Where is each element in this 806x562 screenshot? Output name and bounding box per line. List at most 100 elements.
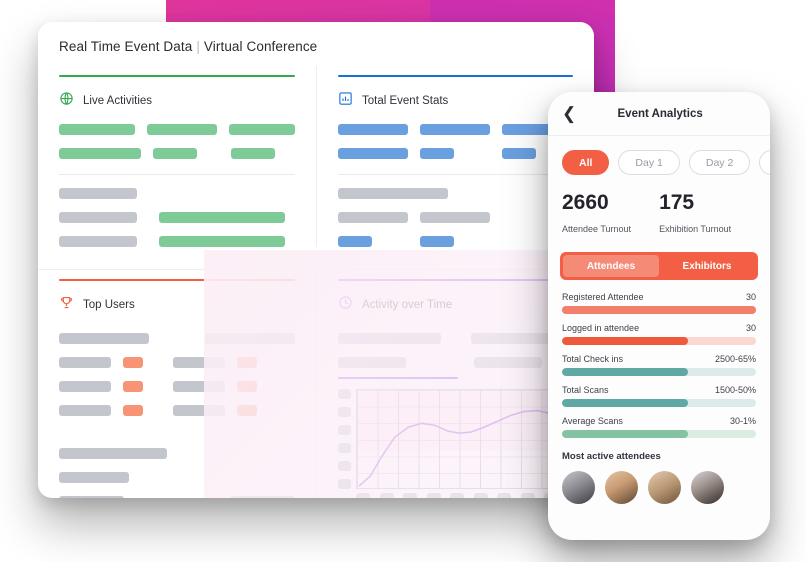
segment-attendees[interactable]: Attendees (563, 255, 659, 277)
placeholder-bar (420, 212, 490, 223)
activity-chart (338, 389, 594, 498)
placeholder-bar (59, 188, 137, 199)
day-filter-chip-day3[interactable]: Day 3 (759, 150, 770, 175)
panel-accent-bar (59, 75, 295, 77)
axis-tick-placeholder (338, 461, 351, 471)
axis-tick-placeholder (338, 425, 351, 435)
axis-tick-placeholder (338, 479, 351, 489)
stat-value: 1500-50% (714, 385, 756, 395)
axis-tick-placeholder (356, 493, 370, 498)
dashboard-card: Real Time Event Data | Virtual Conference … (38, 22, 594, 498)
placeholder-bar (237, 381, 257, 392)
panel-row-top: Live Activities Total Event Stats (38, 66, 594, 247)
trophy-icon (59, 295, 74, 315)
placeholder-bar (420, 148, 454, 159)
placeholder-bar (173, 381, 225, 392)
page-title-main: Real Time Event Data (59, 39, 193, 54)
mobile-app-panel: ❮ Event Analytics All Day 1 Day 2 Day 3 … (548, 92, 770, 540)
attendee-avatar-2[interactable] (605, 471, 638, 504)
panel-header: Live Activities (59, 91, 295, 111)
stat-progress-track (562, 306, 756, 314)
placeholder-bar (59, 124, 135, 135)
segment-exhibitors[interactable]: Exhibitors (659, 255, 755, 277)
kpi-value: 2660 (562, 191, 609, 214)
placeholder-bar (338, 212, 408, 223)
placeholder-bar (237, 405, 257, 416)
stat-row-registered-attendee: Registered Attendee 30 (562, 292, 756, 314)
kpi-label: Exhibition Turnout (659, 224, 732, 234)
day-filter-chip-day1[interactable]: Day 1 (618, 150, 680, 175)
globe-icon (59, 91, 74, 111)
kpi-label: Attendee Turnout (562, 224, 632, 234)
placeholder-bar (474, 357, 542, 368)
panel-header: Top Users (59, 295, 295, 315)
panel-title: Total Event Stats (362, 95, 449, 107)
placeholder-bar (146, 124, 217, 135)
mobile-page-title: Event Analytics (617, 107, 703, 120)
placeholder-row (59, 236, 295, 247)
placeholder-bar (237, 357, 257, 368)
placeholder-bar (59, 212, 137, 223)
day-filter-chip-day2[interactable]: Day 2 (688, 150, 751, 175)
stat-label: Average Scans (562, 416, 623, 426)
placeholder-bar (502, 148, 536, 159)
placeholder-bar (173, 405, 225, 416)
panel-divider (338, 174, 573, 175)
day-filter-chip-all[interactable]: All (562, 150, 610, 175)
stat-progress-fill (562, 430, 689, 438)
stat-progress-fill (562, 368, 689, 376)
placeholder-row (338, 212, 573, 223)
audience-segment-toggle: Attendees Exhibitors (560, 252, 758, 280)
placeholder-bar (338, 188, 448, 199)
kpi-attendee-turnout: 2660 Attendee Turnout (562, 191, 631, 234)
bar-chart-icon (338, 91, 353, 111)
screenshot-root: Real Time Event Data | Virtual Conference … (0, 0, 806, 562)
axis-tick-placeholder (338, 443, 351, 453)
panel-accent-bar (338, 279, 573, 281)
axis-tick-placeholder (473, 493, 488, 498)
axis-tick-placeholder (426, 493, 441, 498)
placeholder-bar (338, 333, 441, 344)
attendee-avatar-1[interactable] (562, 471, 595, 504)
stat-label: Total Check ins (562, 354, 624, 364)
placeholder-row (338, 236, 573, 247)
stat-row-total-check-ins: Total Check ins 2500-65% (562, 354, 756, 376)
panel-title: Top Users (83, 299, 135, 311)
kpi-exhibition-turnout: 175 Exhibition Turnout (659, 191, 731, 234)
stat-row-total-scans: Total Scans 1500-50% (562, 385, 756, 407)
stat-header: Registered Attendee 30 (562, 292, 756, 302)
placeholder-bar (230, 496, 295, 498)
placeholder-bar (123, 405, 143, 416)
clock-icon (338, 295, 353, 315)
placeholder-bar (228, 124, 295, 135)
placeholder-row (59, 472, 295, 483)
stat-header: Total Scans 1500-50% (562, 385, 756, 395)
axis-tick-placeholder (497, 493, 511, 498)
placeholder-bar (420, 124, 490, 135)
stat-value: 30 (745, 323, 756, 333)
placeholder-row (59, 333, 295, 344)
attendee-avatar-4[interactable] (691, 471, 724, 504)
axis-tick-placeholder (338, 389, 351, 399)
stat-progress-fill (562, 337, 689, 345)
placeholder-bar (338, 357, 406, 368)
placeholder-row (59, 188, 295, 199)
placeholder-row (59, 405, 295, 416)
most-active-attendees-label: Most active attendees (562, 451, 661, 462)
stat-header: Logged in attendee 30 (562, 323, 756, 333)
stats-list: Registered Attendee 30 Logged in attende… (548, 280, 770, 438)
page-title-separator: | (196, 39, 200, 54)
placeholder-row (338, 357, 573, 368)
stat-row-logged-in-attendee: Logged in attendee 30 (562, 323, 756, 345)
placeholder-row (59, 124, 295, 135)
placeholder-row (59, 212, 295, 223)
mobile-header: ❮ Event Analytics (548, 92, 770, 136)
attendee-avatar-3[interactable] (648, 471, 681, 504)
stat-value: 2500-65% (714, 354, 756, 364)
placeholder-row (59, 448, 295, 459)
panel-top-users: Top Users (38, 270, 316, 498)
stat-progress-track (562, 399, 756, 407)
placeholder-bar (338, 236, 372, 247)
chart-y-axis-labels (338, 389, 351, 489)
placeholder-bar (59, 236, 137, 247)
